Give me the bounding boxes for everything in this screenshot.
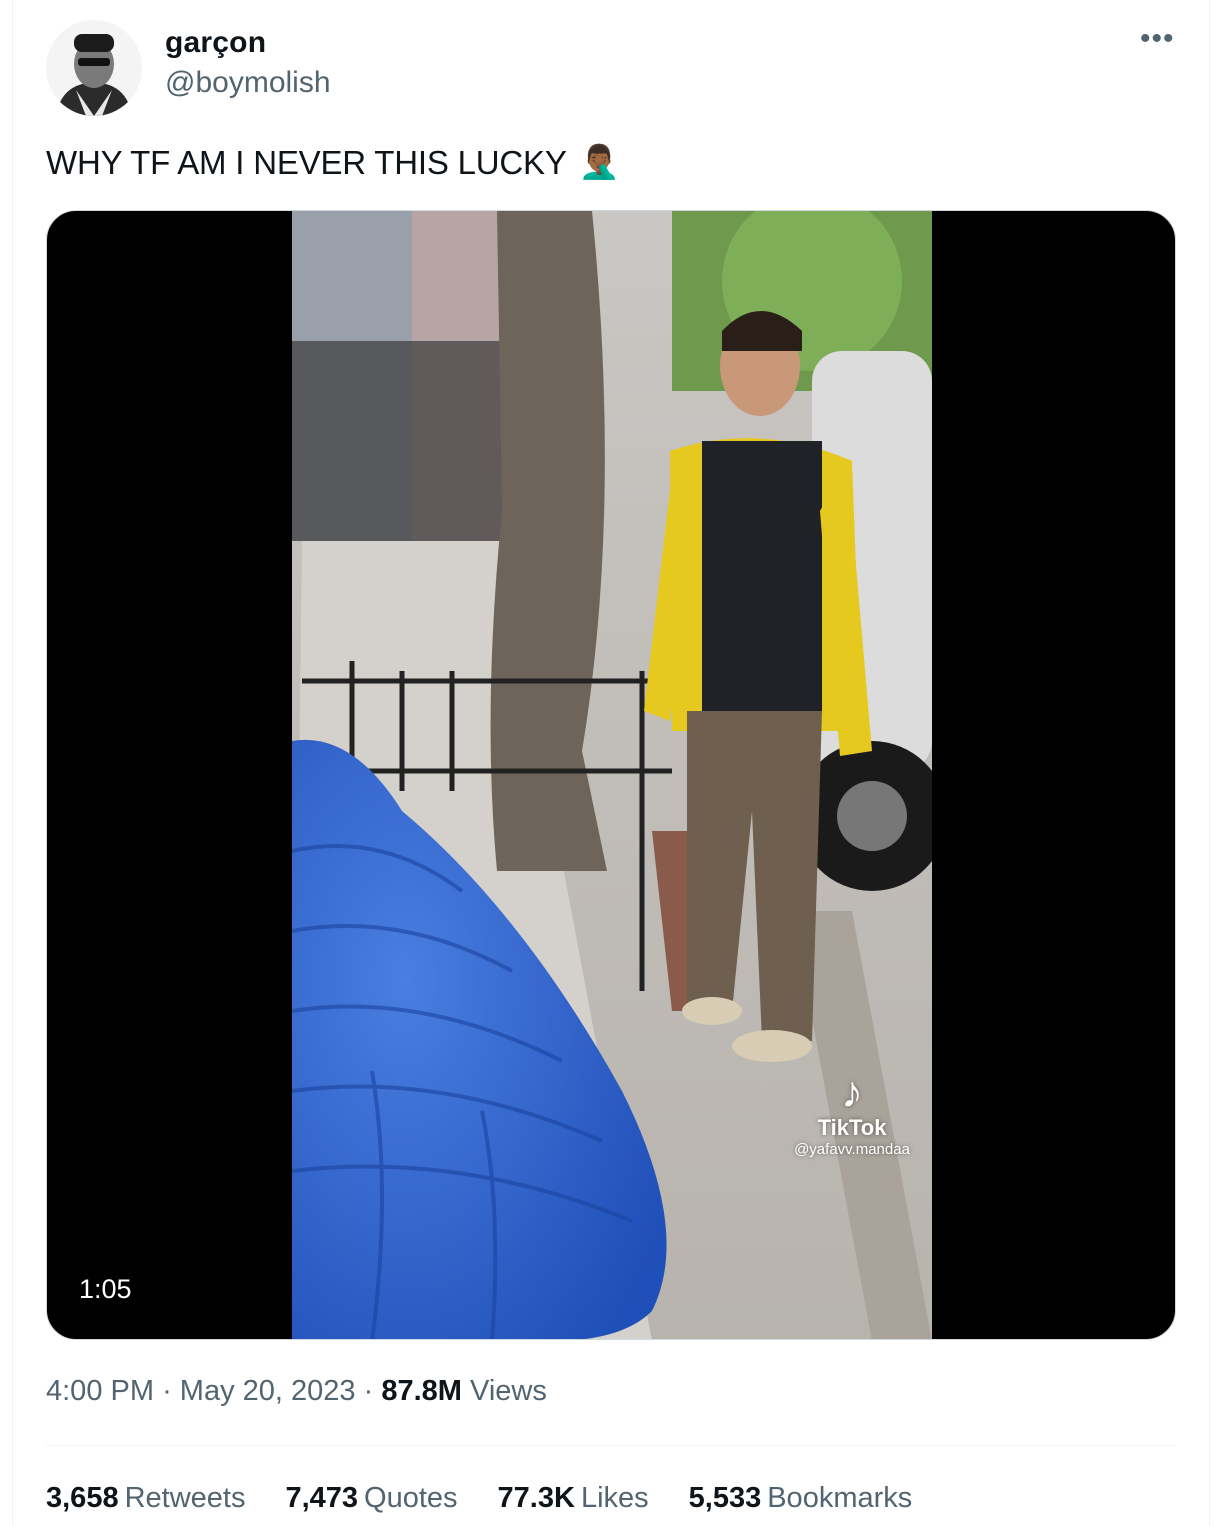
retweets-stat[interactable]: 3,658 Retweets [46,1482,245,1515]
retweets-count: 3,658 [46,1482,119,1514]
tweet-text: WHY TF AM I NEVER THIS LUCKY 🤦🏾‍♂️ [46,143,620,182]
video-frame [292,211,932,1339]
tiktok-user-label: @yafavv.mandaa [794,1141,910,1158]
likes-stat[interactable]: 77.3K Likes [498,1482,649,1515]
display-name[interactable]: garçon [165,26,266,60]
user-handle[interactable]: @boymolish [165,66,331,100]
video-duration-badge: 1:05 [67,1270,144,1309]
more-options-button[interactable]: ••• [1140,22,1175,56]
views-count: 87.8M [381,1375,462,1407]
bookmarks-count: 5,533 [688,1482,762,1514]
retweets-label: Retweets [124,1482,246,1514]
likes-count: 77.3K [497,1482,575,1514]
likes-label: Likes [580,1482,649,1514]
meta-separator: · [363,1375,374,1407]
avatar[interactable] [46,20,142,116]
quotes-stat[interactable]: 7,473 Quotes [285,1482,457,1515]
bookmarks-label: Bookmarks [767,1482,913,1514]
engagement-stats: 3,658 Retweets 7,473 Quotes 77.3K Likes 5,5… [46,1482,912,1515]
tiktok-brand-label: TikTok [817,1115,887,1140]
views-label: Views [470,1375,547,1407]
bookmarks-stat[interactable]: 5,533 Bookmarks [689,1482,913,1515]
quotes-count: 7,473 [285,1482,359,1514]
tiktok-logo-icon: ♪ [841,1068,863,1117]
tweet-date[interactable]: May 20, 2023 [180,1375,356,1407]
tweet-body: WHY TF AM I NEVER THIS LUCKY [46,143,567,181]
facepalm-emoji-icon: 🤦🏾‍♂️ [578,143,620,180]
video-player[interactable]: ♪ TikTok @yafavv.mandaa 1:05 [46,210,1176,1340]
tiktok-watermark: ♪ TikTok @yafavv.mandaa [777,1068,927,1159]
divider [46,1445,1176,1446]
ellipsis-icon: ••• [1140,22,1175,55]
tweet-meta: 4:00 PM · May 20, 2023 · 87.8M Views [46,1375,547,1408]
avatar-image [46,20,142,116]
meta-separator: · [162,1375,172,1407]
quotes-label: Quotes [364,1482,458,1514]
tweet-time[interactable]: 4:00 PM [46,1375,154,1407]
